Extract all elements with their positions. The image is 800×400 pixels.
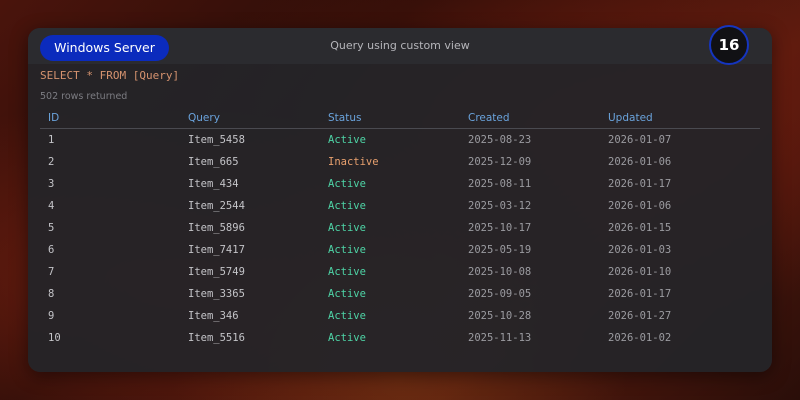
column-header-created[interactable]: Created [468, 112, 510, 124]
panel-header: Query using custom view Windows Server [28, 28, 772, 64]
cell-status: Active [328, 134, 366, 146]
cell-created: 2025-09-05 [468, 288, 532, 300]
rows-returned-label: 502 rows returned [40, 91, 128, 102]
cell-id: 9 [48, 310, 55, 322]
cell-created: 2025-08-11 [468, 178, 532, 190]
cell-query: Item_5458 [188, 134, 245, 146]
cell-status: Active [328, 178, 366, 190]
cell-query: Item_346 [188, 310, 239, 322]
cell-created: 2025-05-19 [468, 244, 532, 256]
cell-query: Item_5749 [188, 266, 245, 278]
cell-query: Item_7417 [188, 244, 245, 256]
cell-updated: 2026-01-17 [608, 178, 672, 190]
cell-updated: 2026-01-07 [608, 134, 672, 146]
column-header-query[interactable]: Query [188, 112, 220, 124]
cell-id: 7 [48, 266, 55, 278]
table-row[interactable]: 6 Item_7417 Active 2025-05-19 2026-01-03 [40, 239, 760, 261]
cell-status: Active [328, 244, 366, 256]
cell-created: 2025-11-13 [468, 332, 532, 344]
cell-updated: 2026-01-06 [608, 200, 672, 212]
cell-id: 1 [48, 134, 55, 146]
cell-id: 6 [48, 244, 55, 256]
table-row[interactable]: 3 Item_434 Active 2025-08-11 2026-01-17 [40, 173, 760, 195]
cell-status: Active [328, 310, 366, 322]
cell-query: Item_2544 [188, 200, 245, 212]
cell-id: 8 [48, 288, 55, 300]
cell-id: 10 [48, 332, 61, 344]
cell-updated: 2026-01-06 [608, 156, 672, 168]
cell-created: 2025-08-23 [468, 134, 532, 146]
table-row[interactable]: 2 Item_665 Inactive 2025-12-09 2026-01-06 [40, 151, 760, 173]
column-header-id[interactable]: ID [48, 112, 59, 124]
cell-id: 3 [48, 178, 55, 190]
cell-query: Item_5896 [188, 222, 245, 234]
table-row[interactable]: 10 Item_5516 Active 2025-11-13 2026-01-02 [40, 327, 760, 349]
cell-created: 2025-10-28 [468, 310, 532, 322]
cell-updated: 2026-01-15 [608, 222, 672, 234]
table-row[interactable]: 4 Item_2544 Active 2025-03-12 2026-01-06 [40, 195, 760, 217]
results-table: ID Query Status Created Updated 1 Item_54… [40, 108, 760, 349]
server-selector-button[interactable]: Windows Server [40, 35, 169, 61]
cell-id: 4 [48, 200, 55, 212]
column-header-updated[interactable]: Updated [608, 112, 653, 124]
cell-updated: 2026-01-10 [608, 266, 672, 278]
cell-query: Item_5516 [188, 332, 245, 344]
table-row[interactable]: 5 Item_5896 Active 2025-10-17 2026-01-15 [40, 217, 760, 239]
table-row[interactable]: 8 Item_3365 Active 2025-09-05 2026-01-17 [40, 283, 760, 305]
cell-updated: 2026-01-02 [608, 332, 672, 344]
cell-id: 2 [48, 156, 55, 168]
cell-updated: 2026-01-27 [608, 310, 672, 322]
table-body: 1 Item_5458 Active 2025-08-23 2026-01-07 2 Ite… [40, 129, 760, 349]
query-results-panel: Query using custom view Windows Server S… [28, 28, 772, 372]
cell-status: Active [328, 222, 366, 234]
cell-created: 2025-10-08 [468, 266, 532, 278]
cell-status: Active [328, 266, 366, 278]
cell-status: Active [328, 332, 366, 344]
count-badge: 16 [709, 25, 749, 65]
cell-status: Active [328, 288, 366, 300]
cell-updated: 2026-01-17 [608, 288, 672, 300]
cell-id: 5 [48, 222, 55, 234]
cell-created: 2025-03-12 [468, 200, 532, 212]
cell-status: Inactive [328, 156, 379, 168]
cell-query: Item_665 [188, 156, 239, 168]
cell-status: Active [328, 200, 366, 212]
cell-query: Item_3365 [188, 288, 245, 300]
cell-created: 2025-12-09 [468, 156, 532, 168]
table-row[interactable]: 1 Item_5458 Active 2025-08-23 2026-01-07 [40, 129, 760, 151]
table-row[interactable]: 7 Item_5749 Active 2025-10-08 2026-01-10 [40, 261, 760, 283]
table-header: ID Query Status Created Updated [40, 108, 760, 129]
table-row[interactable]: 9 Item_346 Active 2025-10-28 2026-01-27 [40, 305, 760, 327]
cell-updated: 2026-01-03 [608, 244, 672, 256]
cell-created: 2025-10-17 [468, 222, 532, 234]
sql-query-text: SELECT * FROM [Query] [40, 69, 180, 82]
column-header-status[interactable]: Status [328, 112, 361, 124]
cell-query: Item_434 [188, 178, 239, 190]
